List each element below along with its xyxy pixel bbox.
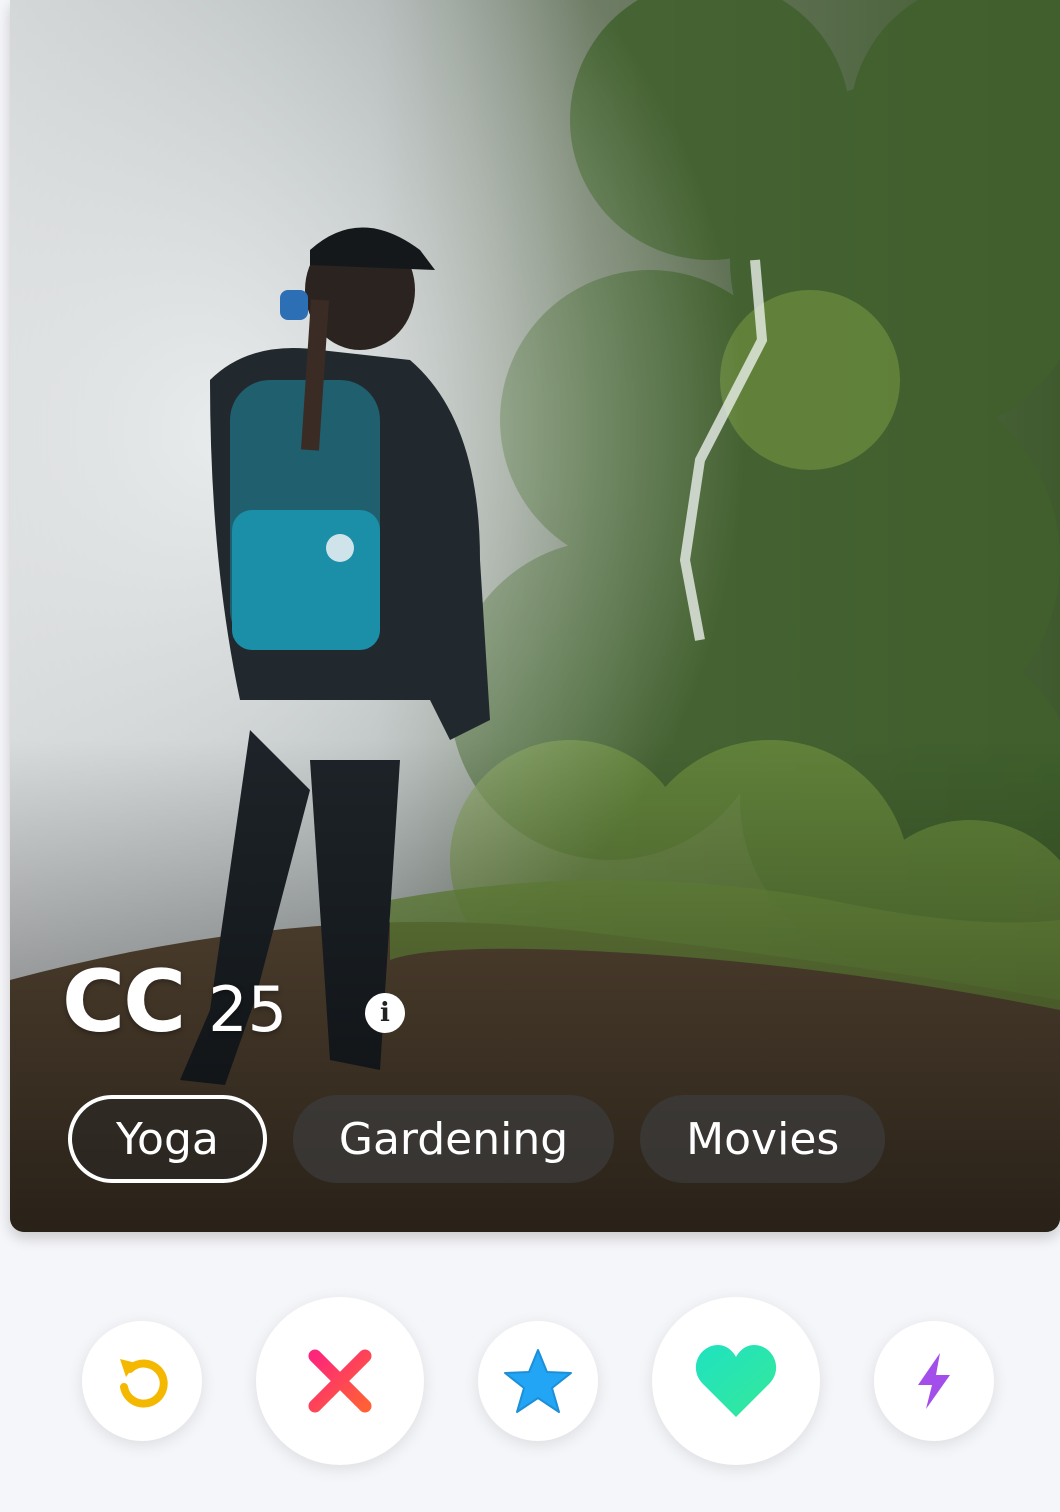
rewind-button[interactable] xyxy=(82,1321,202,1441)
profile-card[interactable]: CC 25 i Yoga Gardening Movies xyxy=(10,0,1060,1232)
action-bar xyxy=(0,1296,1060,1466)
rewind-icon xyxy=(120,1359,168,1408)
boost-button[interactable] xyxy=(874,1321,994,1441)
profile-name: CC xyxy=(62,952,186,1052)
heart-icon xyxy=(695,1345,777,1417)
info-icon[interactable]: i xyxy=(365,993,405,1033)
interest-tag-yoga[interactable]: Yoga xyxy=(68,1095,267,1183)
name-age-row: CC 25 xyxy=(62,952,287,1052)
bolt-icon xyxy=(918,1353,950,1409)
star-icon xyxy=(504,1349,572,1413)
like-button[interactable] xyxy=(652,1297,820,1465)
profile-age: 25 xyxy=(208,973,288,1046)
super-like-button[interactable] xyxy=(478,1321,598,1441)
nope-button[interactable] xyxy=(256,1297,424,1465)
interest-tag-gardening[interactable]: Gardening xyxy=(292,1095,615,1183)
interest-tag-movies[interactable]: Movies xyxy=(640,1095,886,1183)
interest-tags: Yoga Gardening Movies xyxy=(68,1095,886,1183)
close-icon xyxy=(308,1349,372,1413)
